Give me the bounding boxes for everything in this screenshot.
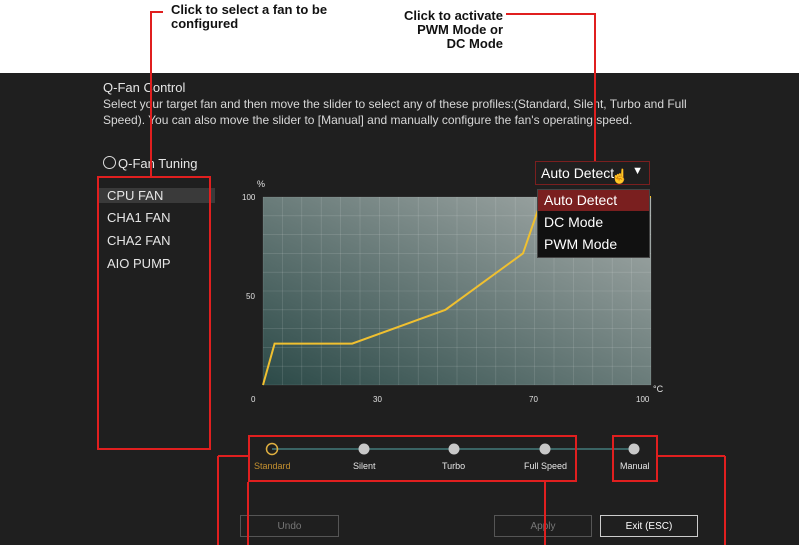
- undo-button[interactable]: Undo: [240, 515, 339, 537]
- mode-option-dc[interactable]: DC Mode: [538, 212, 649, 233]
- mode-dropdown-value: Auto Detect: [541, 165, 615, 181]
- x-tick-70: 70: [529, 395, 538, 404]
- y-unit-label: %: [257, 179, 266, 189]
- mode-dropdown-menu: Auto Detect DC Mode PWM Mode: [537, 189, 650, 258]
- x-tick-100: 100: [636, 395, 650, 404]
- q-fan-tuning-label: Q-Fan Tuning: [103, 156, 198, 171]
- mode-option-auto-detect[interactable]: Auto Detect: [538, 190, 649, 211]
- mode-dropdown[interactable]: Auto Detect ▼: [535, 161, 650, 185]
- apply-button[interactable]: Apply: [494, 515, 592, 537]
- profile-slider-highlight: [248, 435, 577, 482]
- page-title: Q-Fan Control: [103, 80, 186, 95]
- description-text: Select your target fan and then move the…: [103, 97, 687, 127]
- manual-highlight: [612, 435, 658, 482]
- y-tick-100: 100: [242, 193, 256, 202]
- x-unit-label: °C: [653, 384, 664, 394]
- exit-button[interactable]: Exit (ESC): [600, 515, 698, 537]
- y-tick-50: 50: [246, 292, 255, 301]
- fan-tuning-icon: [103, 156, 116, 169]
- x-tick-30: 30: [373, 395, 382, 404]
- mode-option-pwm[interactable]: PWM Mode: [538, 234, 649, 255]
- chevron-down-icon: ▼: [632, 165, 643, 177]
- x-tick-0: 0: [251, 395, 256, 404]
- fan-list-highlight: [97, 176, 211, 450]
- callout-activate-mode: Click to activate PWM Mode or DC Mode: [404, 8, 503, 51]
- callout-select-fan: Click to select a fan to be configured: [171, 2, 328, 31]
- hand-cursor-icon: ☝: [611, 168, 629, 184]
